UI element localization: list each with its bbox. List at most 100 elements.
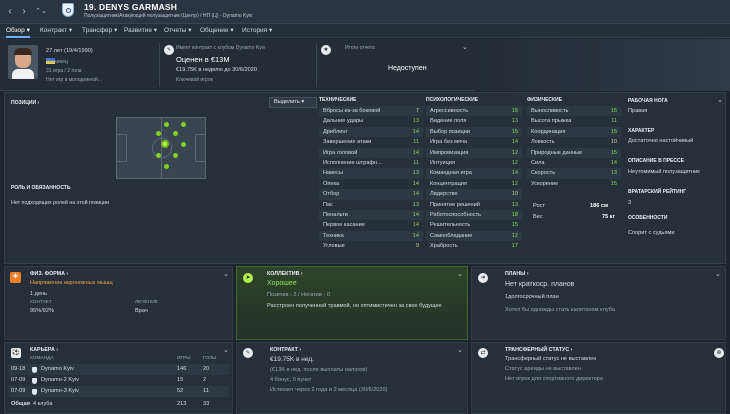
director-status: Нет игрок для спортивного директора xyxy=(505,376,603,382)
attribute-row[interactable]: Игра головой 14 xyxy=(319,147,423,158)
positions-title[interactable]: ПОЗИЦИИ › xyxy=(11,100,39,106)
height-label: Рост xyxy=(533,203,545,209)
chevron-down-icon[interactable]: ⌄ xyxy=(223,346,229,354)
position-dot xyxy=(173,153,178,158)
attribute-row[interactable]: Решительность 15 xyxy=(426,220,522,230)
character-value: Достаточно настойчивый xyxy=(628,138,694,144)
pen-icon: ✎ xyxy=(243,348,253,358)
roles-title: РОЛЬ И ОБЯЗАННОСТЬ xyxy=(11,185,71,191)
attribute-row[interactable]: Угловые 9 xyxy=(319,241,423,251)
attribute-name: Решительность xyxy=(430,222,471,229)
highlight-select[interactable]: Выделить ▾ xyxy=(269,97,317,108)
attribute-row[interactable]: Выносливость 15 xyxy=(527,106,621,117)
attribute-row[interactable]: Дальние удары 13 xyxy=(319,116,423,126)
contract-bonus: 4 бонус, 0 пункт xyxy=(270,377,312,383)
attribute-row[interactable]: Природные данные 15 xyxy=(527,147,621,158)
tab-overview[interactable]: Обзор ▾ xyxy=(6,24,30,38)
attribute-row[interactable]: Сила 14 xyxy=(527,158,621,168)
attribute-name: Исполнение штрафн... xyxy=(323,159,382,166)
attribute-name: Командная игра xyxy=(430,170,472,177)
player-cycle-icon[interactable]: ⌃⌄ xyxy=(34,6,48,18)
attribute-row[interactable]: Вбросы из-за боковой 7 xyxy=(319,106,423,117)
tab-history[interactable]: История ▾ xyxy=(242,24,272,38)
attribute-row[interactable]: Завершение атаки 11 xyxy=(319,137,423,147)
club-crest-icon xyxy=(32,389,37,395)
transfer-title[interactable]: ТРАНСФЕРНЫЙ СТАТУС › xyxy=(505,347,572,353)
career-apps: 52 xyxy=(177,388,184,394)
chevron-down-icon[interactable]: ⌄ xyxy=(223,270,229,278)
attribute-name: Пенальти xyxy=(323,211,348,218)
attribute-row[interactable]: Ускорение 15 xyxy=(527,179,621,189)
press-value: Неутомимый полузащитник xyxy=(628,169,700,175)
attribute-name: Природные данные xyxy=(531,149,583,156)
attribute-row[interactable]: Исполнение штрафн... 11 xyxy=(319,158,423,168)
chevron-down-icon[interactable]: ⌄ xyxy=(715,270,721,278)
chevron-down-icon[interactable]: ⌄ xyxy=(457,270,463,278)
attribute-row[interactable]: Техника 14 xyxy=(319,230,423,242)
contract-tax: (€13K в нед. после выплаты налогов) xyxy=(270,367,368,373)
attribute-row[interactable]: Игра без мяча 14 xyxy=(426,137,522,147)
forward-arrow-icon[interactable]: › xyxy=(18,6,30,18)
attribute-row[interactable]: Первое касание 14 xyxy=(319,220,423,230)
attribute-row[interactable]: Концентрация 12 xyxy=(426,179,522,189)
attribute-row[interactable]: Лидерство 10 xyxy=(426,189,522,200)
attribute-row[interactable]: Принятие решений 13 xyxy=(426,200,522,210)
attribute-row[interactable]: Ловкость 10 xyxy=(527,137,621,147)
injury-icon: ✚ xyxy=(10,272,21,283)
tab-reports[interactable]: Отчеты ▾ xyxy=(164,24,192,38)
pin-icon[interactable]: ⊕ xyxy=(714,348,724,358)
attribute-row[interactable]: Опека 14 xyxy=(319,179,423,189)
treatment-value: Врач xyxy=(135,308,148,314)
career-season: 09-18 xyxy=(11,366,26,372)
attribute-name: Ловкость xyxy=(531,139,555,146)
chevron-down-icon[interactable]: ⌄ xyxy=(457,346,463,354)
back-arrow-icon[interactable]: ‹ xyxy=(4,6,16,18)
career-row[interactable]: 09-18 Dynamo Kyiv 146 20 xyxy=(9,364,229,375)
fitness-card: ✚ ФИЗ. ФОРМА › Напряжение икроножных мыш… xyxy=(4,266,233,340)
attribute-row[interactable]: Командная игра 14 xyxy=(426,168,522,179)
attribute-row[interactable]: Навесы 13 xyxy=(319,168,423,179)
contract-card: ✎ КОНТРАКТ › €19.75K в нед. (€13K в нед.… xyxy=(236,342,468,414)
attribute-row[interactable]: Агрессивность 15 xyxy=(426,106,522,117)
attribute-name: Выбор позиции xyxy=(430,128,470,135)
attribute-row[interactable]: Храбрость 17 xyxy=(426,241,522,251)
attribute-row[interactable]: Интуиция 12 xyxy=(426,158,522,168)
attribute-row[interactable]: Отбор 14 xyxy=(319,189,423,200)
career-season: 07-09 xyxy=(11,388,26,394)
chevron-down-icon[interactable]: ⌄ xyxy=(717,96,723,104)
position-pitch xyxy=(116,117,206,179)
plans-title[interactable]: ПЛАНЫ › xyxy=(505,271,529,277)
team-title[interactable]: КОЛЛЕКТИВ › xyxy=(267,271,303,277)
attribute-row[interactable]: Выбор позиции 15 xyxy=(426,126,522,138)
attribute-row[interactable]: Координация 15 xyxy=(527,126,621,138)
weight-value: 75 кг xyxy=(602,214,615,220)
tab-communication[interactable]: Общение ▾ xyxy=(200,24,234,38)
attribute-row[interactable]: Импровизация 12 xyxy=(426,147,522,158)
attribute-row[interactable]: Высота прыжка 11 xyxy=(527,116,621,126)
career-row[interactable]: 07-09 Dynamo-3 Kyiv 52 11 xyxy=(9,386,229,397)
attribute-row[interactable]: Дриблинг 14 xyxy=(319,126,423,138)
attribute-row[interactable]: Скорость 13 xyxy=(527,168,621,179)
career-title[interactable]: КАРЬЕРА › xyxy=(30,347,58,353)
tab-contract[interactable]: Контракт ▾ xyxy=(40,24,72,38)
attribute-value: 18 xyxy=(511,211,518,218)
technical-title: ТЕХНИЧЕСКИЕ xyxy=(319,97,357,103)
tab-development[interactable]: Развитие ▾ xyxy=(124,24,157,38)
attribute-value: 15 xyxy=(610,149,617,156)
attribute-value: 14 xyxy=(412,128,419,135)
tab-transfer[interactable]: Трансфер ▾ xyxy=(82,24,117,38)
attribute-row[interactable]: Пенальти 14 xyxy=(319,209,423,221)
attribute-row[interactable]: Самообладание 12 xyxy=(426,230,522,242)
roles-text: Нет подходящих ролей на этой позиции xyxy=(11,200,110,206)
attribute-row[interactable]: Работоспособность 18 xyxy=(426,209,522,221)
career-row[interactable]: 07-09 Dynamo-2 Kyiv 15 2 xyxy=(9,375,229,386)
fitness-title[interactable]: ФИЗ. ФОРМА › xyxy=(30,271,68,277)
contract-title[interactable]: КОНТРАКТ › xyxy=(270,347,301,353)
chevron-down-icon[interactable]: ⌄ xyxy=(462,43,468,51)
attribute-value: 12 xyxy=(511,180,518,187)
contact-label: КОНТАКТ xyxy=(30,300,52,305)
attribute-row[interactable]: Видение поля 13 xyxy=(426,116,522,126)
attribute-value: 13 xyxy=(511,118,518,125)
attribute-row[interactable]: Пас 13 xyxy=(319,200,423,210)
header-background-art xyxy=(475,39,730,91)
